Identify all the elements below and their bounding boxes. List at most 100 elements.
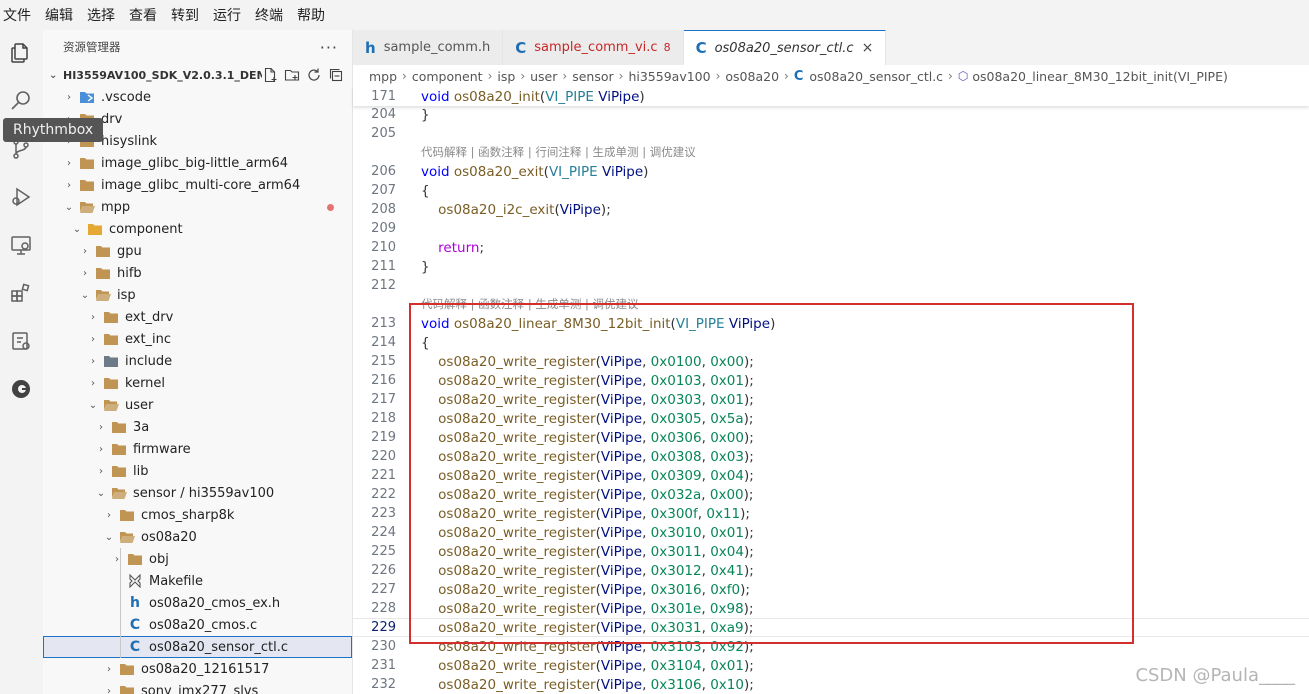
tree-file[interactable]: h os08a20_cmos_ex.h: [43, 592, 352, 614]
tree-folder[interactable]: › image_glibc_multi-core_arm64: [43, 174, 352, 196]
tree-folder[interactable]: › image_glibc_big-little_arm64: [43, 152, 352, 174]
folder-icon: [101, 353, 121, 369]
extensions-icon[interactable]: [6, 278, 36, 308]
menu-item[interactable]: 终端: [248, 5, 290, 25]
code-line[interactable]: 228 os08a20_write_register(ViPipe, 0x301…: [353, 599, 1309, 618]
more-actions-button[interactable]: ···: [320, 38, 338, 57]
tree-folder[interactable]: › cmos_sharp8k: [43, 504, 352, 526]
codelens-actions[interactable]: 代码解释 | 函数注释 | 生成单测 | 调优建议: [421, 296, 639, 312]
tree-folder[interactable]: › sony_imx277_slvs: [43, 680, 352, 694]
code-line[interactable]: 223 os08a20_write_register(ViPipe, 0x300…: [353, 504, 1309, 523]
chevron-down-icon: ⌄: [88, 399, 98, 411]
collapse-all-icon[interactable]: [328, 67, 344, 83]
tree-folder[interactable]: › gpu: [43, 240, 352, 262]
code-line[interactable]: 205: [353, 124, 1309, 143]
tree-folder[interactable]: ⌄ sensor / hi3559av100: [43, 482, 352, 504]
tree-folder[interactable]: › .vscode: [43, 86, 352, 108]
tab-active[interactable]: Cos08a20_sensor_ctl.c ×: [683, 30, 887, 65]
tree-folder[interactable]: › os08a20_12161517: [43, 658, 352, 680]
code-line[interactable]: 222 os08a20_write_register(ViPipe, 0x032…: [353, 485, 1309, 504]
code-text: os08a20_write_register(ViPipe, 0x3016, 0…: [421, 582, 750, 598]
code-line[interactable]: 208 os08a20_i2c_exit(ViPipe);: [353, 200, 1309, 219]
extension-e-icon[interactable]: [6, 374, 36, 404]
code-line[interactable]: 217 os08a20_write_register(ViPipe, 0x030…: [353, 390, 1309, 409]
tab[interactable]: h sample_comm.h: [353, 30, 504, 65]
tree-folder[interactable]: › ext_drv: [43, 306, 352, 328]
code-line[interactable]: 227 os08a20_write_register(ViPipe, 0x301…: [353, 580, 1309, 599]
code-line[interactable]: 212: [353, 276, 1309, 295]
test-icon[interactable]: [6, 326, 36, 356]
tree-folder[interactable]: › firmware: [43, 438, 352, 460]
sticky-scroll-line[interactable]: 171 void os08a20_init(VI_PIPE ViPipe): [353, 87, 1309, 106]
menu-item[interactable]: 文件: [0, 5, 38, 25]
tree-folder[interactable]: › kernel: [43, 372, 352, 394]
code-line[interactable]: 225 os08a20_write_register(ViPipe, 0x301…: [353, 542, 1309, 561]
menu-item[interactable]: 帮助: [290, 5, 332, 25]
code-line[interactable]: 209: [353, 219, 1309, 238]
tree-folder[interactable]: › lib: [43, 460, 352, 482]
breadcrumb-item[interactable]: › sensor: [557, 69, 613, 84]
code-line[interactable]: 211}: [353, 257, 1309, 276]
search-icon[interactable]: [6, 86, 36, 116]
tree-folder[interactable]: ⌄ user: [43, 394, 352, 416]
code-line[interactable]: 210 return;: [353, 238, 1309, 257]
tree-item-label: os08a20: [141, 529, 197, 545]
tree-folder[interactable]: › ext_inc: [43, 328, 352, 350]
run-debug-icon[interactable]: [6, 182, 36, 212]
code-line[interactable]: 220 os08a20_write_register(ViPipe, 0x030…: [353, 447, 1309, 466]
code-line[interactable]: 219 os08a20_write_register(ViPipe, 0x030…: [353, 428, 1309, 447]
code-line[interactable]: 204}: [353, 105, 1309, 124]
breadcrumb-item[interactable]: › ⬡ os08a20_linear_8M30_12bit_init(VI_PIPE…: [943, 69, 1228, 84]
menu-item[interactable]: 编辑: [38, 5, 80, 25]
workspace-root[interactable]: ⌄ HI3559AV100_SDK_V2.0.3.1_DEM...: [43, 64, 352, 86]
code-line[interactable]: 229 os08a20_write_register(ViPipe, 0x303…: [353, 618, 1309, 637]
code-line[interactable]: 224 os08a20_write_register(ViPipe, 0x301…: [353, 523, 1309, 542]
tree-folder[interactable]: ⌄ os08a20: [43, 526, 352, 548]
explorer-icon[interactable]: [6, 38, 36, 68]
chevron-right-icon: ›: [83, 245, 87, 257]
tree-folder[interactable]: › obj: [43, 548, 352, 570]
breadcrumb-item[interactable]: › os08a20: [711, 69, 779, 84]
menu-item[interactable]: 查看: [122, 5, 164, 25]
tab[interactable]: Csample_comm_vi.c 8: [503, 30, 684, 65]
remote-explorer-icon[interactable]: [6, 230, 36, 260]
breadcrumb-item[interactable]: mpp: [369, 69, 397, 84]
code-line[interactable]: 213 void os08a20_linear_8M30_12bit_init(V…: [353, 314, 1309, 333]
tree-folder[interactable]: › hifb: [43, 262, 352, 284]
code-line[interactable]: 207 {: [353, 181, 1309, 200]
new-file-icon[interactable]: [262, 67, 278, 83]
codelens-actions[interactable]: 代码解释 | 函数注释 | 行间注释 | 生成单测 | 调优建议: [421, 144, 696, 160]
code-line[interactable]: 218 os08a20_write_register(ViPipe, 0x030…: [353, 409, 1309, 428]
code-line[interactable]: 216 os08a20_write_register(ViPipe, 0x010…: [353, 371, 1309, 390]
code-line[interactable]: 221 os08a20_write_register(ViPipe, 0x030…: [353, 466, 1309, 485]
tree-file[interactable]: Cos08a20_sensor_ctl.c: [43, 636, 352, 658]
breadcrumb-item[interactable]: › user: [515, 69, 557, 84]
close-icon[interactable]: ×: [862, 40, 874, 56]
menu-item[interactable]: 运行: [206, 5, 248, 25]
refresh-icon[interactable]: [306, 67, 322, 83]
code-line[interactable]: 206 void os08a20_exit(VI_PIPE ViPipe): [353, 162, 1309, 181]
tree-folder[interactable]: › include: [43, 350, 352, 372]
tree-file[interactable]: Makefile: [43, 570, 352, 592]
tree-folder[interactable]: ⌄ component: [43, 218, 352, 240]
code-editor[interactable]: 171 void os08a20_init(VI_PIPE ViPipe) 204}…: [353, 87, 1309, 694]
code-token: ViPipe: [600, 619, 643, 636]
breadcrumb-item[interactable]: › component: [397, 69, 483, 84]
menu-item[interactable]: 转到: [164, 5, 206, 25]
breadcrumb-item[interactable]: › Cos08a20_sensor_ctl.c: [779, 69, 943, 84]
menu-item[interactable]: 选择: [80, 5, 122, 25]
breadcrumb-item[interactable]: › hi3559av100: [614, 69, 711, 84]
code-line[interactable]: 214 {: [353, 333, 1309, 352]
folder-icon: [77, 155, 97, 171]
tree-folder[interactable]: ⌄ mpp: [43, 196, 352, 218]
code-line[interactable]: 215 os08a20_write_register(ViPipe, 0x010…: [353, 352, 1309, 371]
tree-folder[interactable]: › 3a: [43, 416, 352, 438]
tree-file[interactable]: Cos08a20_cmos.c: [43, 614, 352, 636]
breadcrumb-item[interactable]: › isp: [483, 69, 516, 84]
code-line[interactable]: 226 os08a20_write_register(ViPipe, 0x301…: [353, 561, 1309, 580]
new-folder-icon[interactable]: [284, 67, 300, 83]
tree-folder[interactable]: ⌄ isp: [43, 284, 352, 306]
code-line[interactable]: 230 os08a20_write_register(ViPipe, 0x310…: [353, 637, 1309, 656]
chevron-right-icon: ›: [402, 69, 407, 83]
